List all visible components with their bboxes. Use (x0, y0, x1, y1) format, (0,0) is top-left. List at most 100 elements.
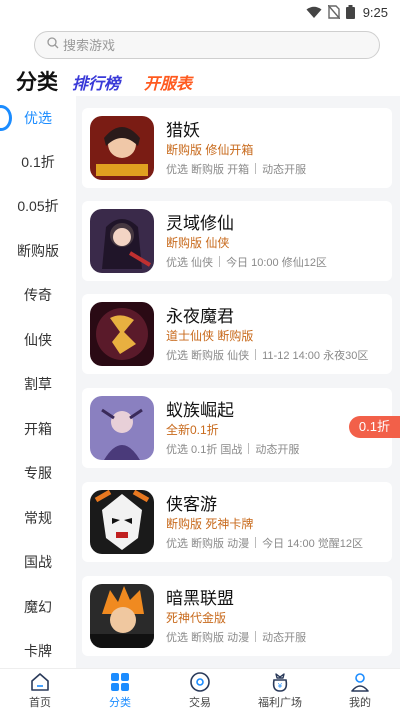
game-thumbnail (90, 490, 154, 554)
game-categories: 优选 断购版 仙侠 (166, 350, 250, 362)
sidebar-item-kapai[interactable]: 卡牌 (0, 629, 76, 673)
game-name: 灵域修仙 (166, 214, 234, 233)
nav-category[interactable]: 分类 (80, 669, 160, 712)
game-card[interactable]: 蚁族崛起 全新0.1折 优选 0.1折 国战 动态开服 0.1折 (82, 388, 400, 468)
tab-ranking[interactable]: 排行榜 (72, 70, 120, 94)
game-meta: 优选 断购版 仙侠 11-12 14:00 永夜30区 (166, 347, 368, 363)
sidebar-item-duangou[interactable]: 断购版 (0, 229, 76, 273)
game-tags: 断购版 仙侠 (166, 236, 230, 250)
tab-category[interactable]: 分类 (16, 66, 58, 96)
game-list: 猎妖 断购版 修仙开箱 优选 断购版 开箱 动态开服 灵域修仙 断购版 仙侠 优选… (76, 96, 400, 668)
game-thumbnail (90, 209, 154, 273)
game-card[interactable]: 猎妖 断购版 修仙开箱 优选 断购版 开箱 动态开服 (82, 108, 392, 188)
game-categories: 优选 断购版 动漫 (166, 632, 250, 644)
sidebar-item-0.05-discount[interactable]: 0.05折 (0, 184, 76, 228)
grid-icon (108, 671, 132, 693)
game-categories: 优选 仙侠 (166, 257, 214, 269)
tab-server-list[interactable]: 开服表 (144, 70, 192, 94)
sidebar-item-changgui[interactable]: 常规 (0, 496, 76, 540)
sidebar-item-youxuan[interactable]: 优选 (0, 96, 76, 140)
server-open-info: 11-12 14:00 永夜30区 (262, 350, 369, 362)
divider (219, 256, 221, 267)
sidebar-item-0.1-discount[interactable]: 0.1折 (0, 140, 76, 184)
game-name: 侠客游 (166, 495, 217, 514)
nav-profile[interactable]: 我的 (320, 669, 400, 712)
nav-label: 我的 (349, 697, 371, 709)
game-card[interactable]: 暗黑联盟 死神代金版 优选 断购版 动漫 动态开服 (82, 576, 392, 656)
sidebar-item-label: 国战 (24, 554, 52, 570)
game-name: 猎妖 (166, 121, 200, 140)
game-categories: 优选 断购版 动漫 (166, 538, 250, 550)
status-time: 9:25 (362, 4, 388, 20)
game-card[interactable]: 灵域修仙 断购版 仙侠 优选 仙侠 今日 10:00 修仙12区 (82, 201, 392, 281)
game-thumbnail (90, 396, 154, 460)
sidebar-item-label: 传奇 (24, 287, 52, 303)
status-bar: 9:25 (0, 0, 400, 24)
nav-welfare[interactable]: ¥ 福利广场 (240, 669, 320, 712)
game-name: 蚁族崛起 (166, 401, 234, 420)
nav-trade[interactable]: 交易 (160, 669, 240, 712)
top-tabs: 分类 排行榜 开服表 (0, 66, 400, 96)
bottom-nav: 首页 分类 交易 ¥ 福利广场 我的 (0, 668, 400, 712)
sidebar-item-label: 断购版 (17, 243, 59, 259)
game-tags: 全新0.1折 (166, 423, 219, 437)
sidebar-item-legend[interactable]: 传奇 (0, 273, 76, 317)
sidebar-item-label: 卡牌 (24, 643, 52, 659)
search-input[interactable] (63, 37, 343, 53)
home-icon (28, 671, 52, 693)
server-open-info: 动态开服 (262, 164, 307, 176)
sidebar-item-zhuanfu[interactable]: 专服 (0, 451, 76, 495)
search-icon (47, 36, 59, 54)
no-sim-icon (327, 5, 340, 19)
svg-text:¥: ¥ (278, 682, 283, 690)
game-name: 永夜魔君 (166, 307, 234, 326)
sidebar-item-xianxia[interactable]: 仙侠 (0, 318, 76, 362)
search-bar[interactable] (34, 31, 380, 59)
server-open-info: 动态开服 (255, 444, 300, 456)
sidebar-item-kaixiang[interactable]: 开箱 (0, 407, 76, 451)
game-thumbnail (90, 302, 154, 366)
game-tags: 断购版 死神卡牌 (166, 517, 254, 531)
nav-label: 交易 (189, 697, 211, 709)
nav-label: 分类 (109, 697, 131, 709)
sidebar-item-label: 0.05折 (17, 198, 59, 214)
divider (248, 443, 250, 454)
game-tags: 死神代金版 (166, 611, 227, 625)
sidebar-item-label: 0.1折 (21, 154, 55, 170)
sidebar-item-label: 割草 (24, 376, 52, 392)
server-open-info: 动态开服 (262, 632, 307, 644)
sidebar-item-label: 魔幻 (24, 599, 52, 615)
divider (255, 349, 257, 360)
game-meta: 优选 0.1折 国战 动态开服 (166, 441, 299, 457)
gift-bag-icon: ¥ (268, 671, 292, 693)
game-meta: 优选 断购版 动漫 动态开服 (166, 629, 306, 645)
game-meta: 优选 断购版 动漫 今日 14:00 觉醒12区 (166, 535, 363, 551)
sidebar-item-label: 专服 (24, 465, 52, 481)
sidebar-item-label: 仙侠 (24, 332, 52, 348)
sidebar-item-label: 常规 (24, 510, 52, 526)
sidebar-item-label: 开箱 (24, 421, 52, 437)
sidebar-item-mohuan[interactable]: 魔幻 (0, 585, 76, 629)
sidebar-item-label: 优选 (24, 110, 52, 126)
server-open-info: 今日 14:00 觉醒12区 (262, 538, 363, 550)
battery-icon (345, 5, 355, 19)
trade-icon (188, 671, 212, 693)
game-card[interactable]: 侠客游 断购版 死神卡牌 优选 断购版 动漫 今日 14:00 觉醒12区 (82, 482, 392, 562)
profile-icon (348, 671, 372, 693)
divider (255, 163, 257, 174)
discount-badge: 0.1折 (348, 416, 400, 438)
game-thumbnail (90, 116, 154, 180)
game-categories: 优选 断购版 开箱 (166, 164, 250, 176)
nav-home[interactable]: 首页 (0, 669, 80, 712)
game-tags: 道士仙侠 断购版 (166, 329, 254, 343)
game-tags: 断购版 修仙开箱 (166, 143, 254, 157)
sidebar-item-gecao[interactable]: 割草 (0, 362, 76, 406)
game-thumbnail (90, 584, 154, 648)
category-sidebar: 优选 0.1折 0.05折 断购版 传奇 仙侠 割草 开箱 专服 常规 国战 魔… (0, 96, 76, 668)
sidebar-item-guozhan[interactable]: 国战 (0, 540, 76, 584)
nav-label: 福利广场 (258, 697, 302, 709)
divider (255, 537, 257, 548)
active-indicator (0, 105, 12, 131)
wifi-icon (306, 6, 322, 19)
game-card[interactable]: 永夜魔君 道士仙侠 断购版 优选 断购版 仙侠 11-12 14:00 永夜30区 (82, 294, 392, 374)
